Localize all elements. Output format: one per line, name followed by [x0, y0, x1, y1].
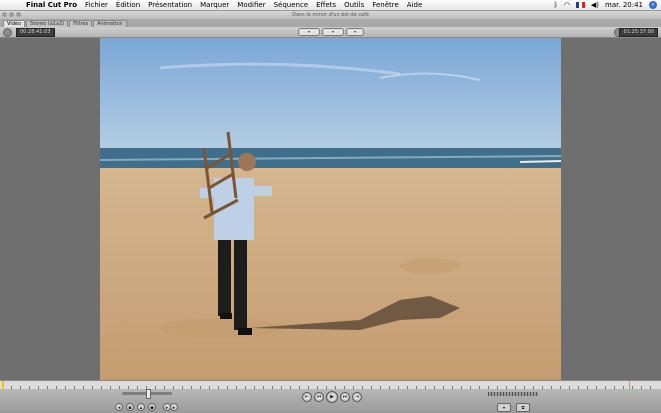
menu-fichier[interactable]: Fichier — [85, 1, 108, 9]
menu-app-name[interactable]: Final Cut Pro — [26, 1, 77, 9]
menu-bar: Final Cut Pro Fichier Édition Présentati… — [0, 0, 661, 11]
window-controls — [2, 12, 21, 17]
clock[interactable]: mar. 20:41 — [605, 1, 643, 9]
close-window-icon[interactable] — [2, 12, 7, 17]
menu-sequence[interactable]: Séquence — [274, 1, 309, 9]
video-frame[interactable] — [100, 38, 561, 380]
menu-presentation[interactable]: Présentation — [148, 1, 192, 9]
menu-fenetre[interactable]: Fenêtre — [372, 1, 398, 9]
view-popup[interactable]: ▾ — [322, 28, 344, 36]
viewer-header: 00:28:41:03 ▾ ▾ ▾ 01:25:37:00 — [0, 27, 661, 38]
insert-button[interactable]: ◂ — [115, 403, 123, 411]
bluetooth-icon[interactable]: ᛒ — [554, 1, 558, 9]
zoom-popup[interactable]: ▾ — [298, 28, 320, 36]
out-point-marker[interactable] — [629, 381, 630, 389]
playhead[interactable] — [2, 381, 4, 389]
add-marker-button[interactable]: ▾ — [497, 403, 511, 412]
mark-clip-button[interactable]: ▸ — [170, 403, 178, 411]
transport-controls: ⇤ ⏮ ▶ ⏭ ⇥ ◂ ▪ ▴ ◆ ▸ ▸ ▾ ⧉ — [0, 389, 661, 413]
menu-extras: ᛒ ◠ ◀) mar. 20:41 ⌕ — [554, 0, 657, 10]
spotlight-icon[interactable]: ⌕ — [649, 1, 657, 9]
menu-aide[interactable]: Aide — [407, 1, 422, 9]
duration-clock-icon — [3, 28, 12, 37]
go-to-previous-edit-button[interactable]: ⏮ — [314, 392, 324, 402]
window-title: Dans le miroir d'un bol de café — [292, 12, 369, 18]
play-around-current-button[interactable]: ⇥ — [352, 392, 362, 402]
viewer-window-title-bar[interactable]: Dans le miroir d'un bol de café — [0, 11, 661, 19]
tab-stereo[interactable]: Stéréo (a1a2) — [26, 20, 69, 27]
timecode-duration[interactable]: 00:28:41:03 — [16, 28, 55, 37]
replace-button[interactable]: ▴ — [137, 403, 145, 411]
jog-control[interactable] — [488, 392, 538, 396]
play-button[interactable]: ▶ — [326, 391, 338, 403]
shuttle-slider-knob[interactable] — [146, 389, 151, 399]
menu-marquer[interactable]: Marquer — [200, 1, 229, 9]
overwrite-button[interactable]: ▪ — [126, 403, 134, 411]
input-language-flag-icon[interactable] — [575, 2, 585, 8]
volume-icon[interactable]: ◀) — [591, 1, 599, 9]
menu-outils[interactable]: Outils — [344, 1, 364, 9]
play-in-to-out-button[interactable]: ⇤ — [302, 392, 312, 402]
mark-in-button[interactable]: ◆ — [148, 403, 156, 411]
match-frame-button[interactable]: ⧉ — [516, 403, 530, 412]
menu-effets[interactable]: Effets — [316, 1, 336, 9]
tab-animation[interactable]: Animation — [93, 20, 127, 27]
playhead-sync-popup[interactable]: ▾ — [346, 28, 364, 36]
menu-edition[interactable]: Édition — [116, 1, 140, 9]
go-to-next-edit-button[interactable]: ⏭ — [340, 392, 350, 402]
beach-scene-image — [100, 38, 561, 380]
tab-video[interactable]: Vidéo — [3, 20, 26, 27]
timecode-current[interactable]: 01:25:37:00 — [619, 28, 658, 37]
tab-filtres[interactable]: Filtres — [69, 20, 93, 27]
wifi-icon[interactable]: ◠ — [564, 1, 570, 9]
viewer-tabs: Vidéo Stéréo (a1a2) Filtres Animation — [0, 19, 661, 27]
minimize-window-icon[interactable] — [9, 12, 14, 17]
menu-modifier[interactable]: Modifier — [237, 1, 265, 9]
zoom-window-icon[interactable] — [16, 12, 21, 17]
